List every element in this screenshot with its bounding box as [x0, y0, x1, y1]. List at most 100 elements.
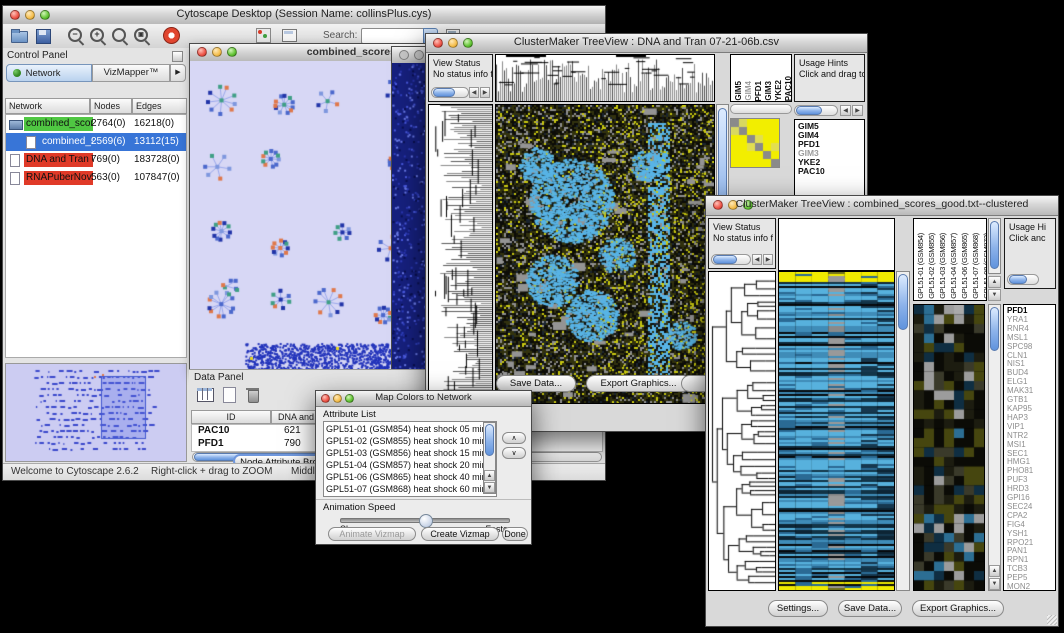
treeview1-row-dendrogram[interactable] — [428, 104, 493, 404]
export-graphics-button[interactable]: Export Graphics... — [912, 600, 1004, 617]
attribute-item[interactable]: GPL51-01 (GSM854) heat shock 05 min — [326, 423, 482, 435]
treeview1-heatmap[interactable] — [495, 104, 715, 404]
main-titlebar[interactable]: Cytoscape Desktop (Session Name: collins… — [3, 6, 605, 25]
treeview2-labels-vscroll-thumb[interactable] — [990, 221, 999, 269]
export-graphics-label: Export Graphics... — [600, 378, 676, 389]
usage-hints-text: Click anc — [1009, 233, 1055, 243]
move-attribute-up-button[interactable]: ∧ — [502, 432, 526, 444]
attribute-item[interactable]: GPL51-06 (GSM865) heat shock 40 min — [326, 471, 482, 483]
zoom-in-icon[interactable]: + — [88, 26, 107, 45]
control-panel-title: Control Panel — [7, 50, 68, 61]
scroll-left-arrow[interactable]: ◀ — [752, 254, 762, 265]
column-header-network[interactable]: Network — [5, 98, 90, 114]
column-header-id[interactable]: ID — [191, 410, 271, 424]
treeview1-view-status-panel: View Status No status info f ◀ ▶ — [428, 54, 493, 102]
scroll-up-arrow[interactable]: ▲ — [484, 470, 495, 481]
zoom-selected-icon[interactable] — [110, 26, 129, 45]
settings-button[interactable]: Settings... — [768, 600, 828, 617]
dialog-titlebar[interactable]: Map Colors to Network — [316, 391, 531, 407]
scroll-down-arrow[interactable]: ▼ — [989, 578, 1000, 590]
scroll-up-arrow[interactable]: ▲ — [988, 276, 1001, 288]
attribute-item[interactable]: GPL51-03 (GSM856) heat shock 15 min — [326, 447, 482, 459]
treeview1-column-dendrogram[interactable] — [495, 54, 715, 102]
float-panel-icon[interactable] — [172, 51, 183, 62]
search-input[interactable] — [361, 28, 425, 44]
zoom-out-icon[interactable]: − — [66, 26, 85, 45]
attribute-item[interactable]: GPL51-07 (GSM868) heat shock 60 min — [326, 483, 482, 495]
slider-thumb[interactable] — [419, 514, 433, 528]
attribute-item[interactable]: GPL51-02 (GSM855) heat shock 10 min — [326, 435, 482, 447]
treeview1-labels-hscrollbar — [730, 104, 792, 114]
network-name: combined_scores — [24, 117, 93, 131]
attribute-item[interactable]: GPL51-04 (GSM857) heat shock 20 min — [326, 459, 482, 471]
attribute-select-icon[interactable] — [196, 386, 215, 405]
view-status-hscroll-thumb[interactable] — [433, 88, 455, 97]
treeview1-gene-list[interactable]: GIM5GIM4PFD1GIM3YKE2PAC10 — [794, 119, 865, 204]
create-vizmap-label: Create Vizmap — [430, 529, 489, 539]
create-vizmap-button[interactable]: Create Vizmap — [421, 527, 499, 541]
network-tab-icon — [13, 69, 21, 77]
treeview2-usage-hscroll-thumb[interactable] — [1009, 275, 1027, 284]
close-button[interactable] — [399, 50, 409, 60]
attribute-list-vscroll-thumb[interactable] — [485, 424, 494, 456]
view-status-title: View Status — [433, 58, 492, 68]
open-session-icon[interactable] — [10, 26, 29, 45]
treeview1-titlebar[interactable]: ClusterMaker TreeView : DNA and Tran 07-… — [426, 34, 867, 53]
tab-overflow-button[interactable]: ▶ — [170, 64, 186, 82]
usage-hints-title: Usage Hints — [799, 58, 864, 68]
delete-attribute-icon[interactable] — [244, 386, 263, 405]
scroll-up-arrow[interactable]: ▲ — [989, 565, 1000, 577]
help-lifesaver-icon[interactable] — [162, 26, 181, 45]
treeview1-column-labels-panel: GIM5GIM4PFD1GIM3YKE2PAC10 — [730, 54, 792, 102]
resize-grip[interactable] — [1047, 615, 1057, 625]
treeview2-titlebar[interactable]: ClusterMaker TreeView : combined_scores_… — [706, 196, 1058, 216]
gene-label[interactable]: MON2 — [1007, 583, 1055, 591]
treeview2-subheatmap[interactable] — [913, 304, 985, 591]
attribute-items[interactable]: GPL51-01 (GSM854) heat shock 05 minGPL51… — [326, 423, 482, 495]
save-session-icon[interactable] — [34, 26, 53, 45]
save-data-label: Save Data... — [510, 378, 562, 389]
usage-hints-text: Click and drag tc — [799, 69, 864, 79]
minimize-button[interactable] — [414, 50, 424, 60]
scroll-right-arrow[interactable]: ▶ — [763, 254, 773, 265]
scroll-right-arrow[interactable]: ▶ — [480, 87, 490, 98]
create-attribute-icon[interactable] — [220, 386, 239, 405]
file-icon — [10, 172, 20, 185]
search-label: Search: — [323, 30, 357, 41]
done-button[interactable]: Done — [502, 527, 528, 541]
treeview2-heatmap[interactable] — [778, 271, 895, 591]
nodes-count: 563(0) — [91, 172, 120, 183]
treeview2-gene-list[interactable]: PFD1YRA1RNR4MSL1SPC98CLN1NIS1BUD4ELG1MAK… — [1003, 304, 1056, 591]
column-header-edges[interactable]: Edges — [132, 98, 187, 114]
treeview2-genelist-vscroll-thumb[interactable] — [990, 307, 999, 351]
treeview1-usage-hscroll-thumb[interactable] — [796, 106, 822, 115]
table-row[interactable]: DNA and Tran 07769(0)183728(0) — [6, 151, 186, 169]
tab-vizmapper[interactable]: VizMapper™ — [92, 64, 170, 82]
usage-hints-title: Usage Hi — [1009, 222, 1055, 232]
gene-label[interactable]: PAC10 — [798, 167, 864, 176]
network-overview-canvas[interactable] — [6, 364, 186, 458]
zoom-fit-icon[interactable]: ▣ — [132, 26, 151, 45]
treeview2-heatmap-vscroll-thumb[interactable] — [898, 274, 908, 330]
table-row[interactable]: combined_sco2569(6)13112(15) — [6, 133, 186, 151]
export-graphics-button[interactable]: Export Graphics... — [586, 375, 691, 392]
animate-vizmap-button[interactable]: Animate Vizmap — [328, 527, 416, 541]
edges-count: 13112(15) — [134, 136, 179, 147]
scroll-left-arrow[interactable]: ◀ — [840, 105, 851, 116]
treeview2-row-dendrogram[interactable] — [708, 271, 776, 591]
animation-speed-slider[interactable] — [340, 518, 510, 523]
column-header-nodes[interactable]: Nodes — [90, 98, 132, 114]
save-data-button[interactable]: Save Data... — [838, 600, 902, 617]
tab-network[interactable]: Network — [6, 64, 92, 82]
view-status-hscroll-thumb[interactable] — [713, 255, 737, 264]
treeview1-minimap[interactable] — [730, 118, 780, 168]
scroll-right-arrow[interactable]: ▶ — [852, 105, 863, 116]
move-attribute-down-button[interactable]: ∨ — [502, 447, 526, 459]
table-row[interactable]: combined_scores2764(0)16218(0) — [6, 115, 186, 133]
export-graphics-label: Export Graphics... — [920, 603, 996, 614]
treeview2-column-dendrogram[interactable] — [778, 218, 895, 271]
table-row[interactable]: RNAPuberNov2+I563(0)107847(0) — [6, 169, 186, 187]
scroll-down-arrow[interactable]: ▼ — [988, 289, 1001, 301]
scroll-down-arrow[interactable]: ▼ — [484, 482, 495, 493]
scroll-left-arrow[interactable]: ◀ — [469, 87, 479, 98]
